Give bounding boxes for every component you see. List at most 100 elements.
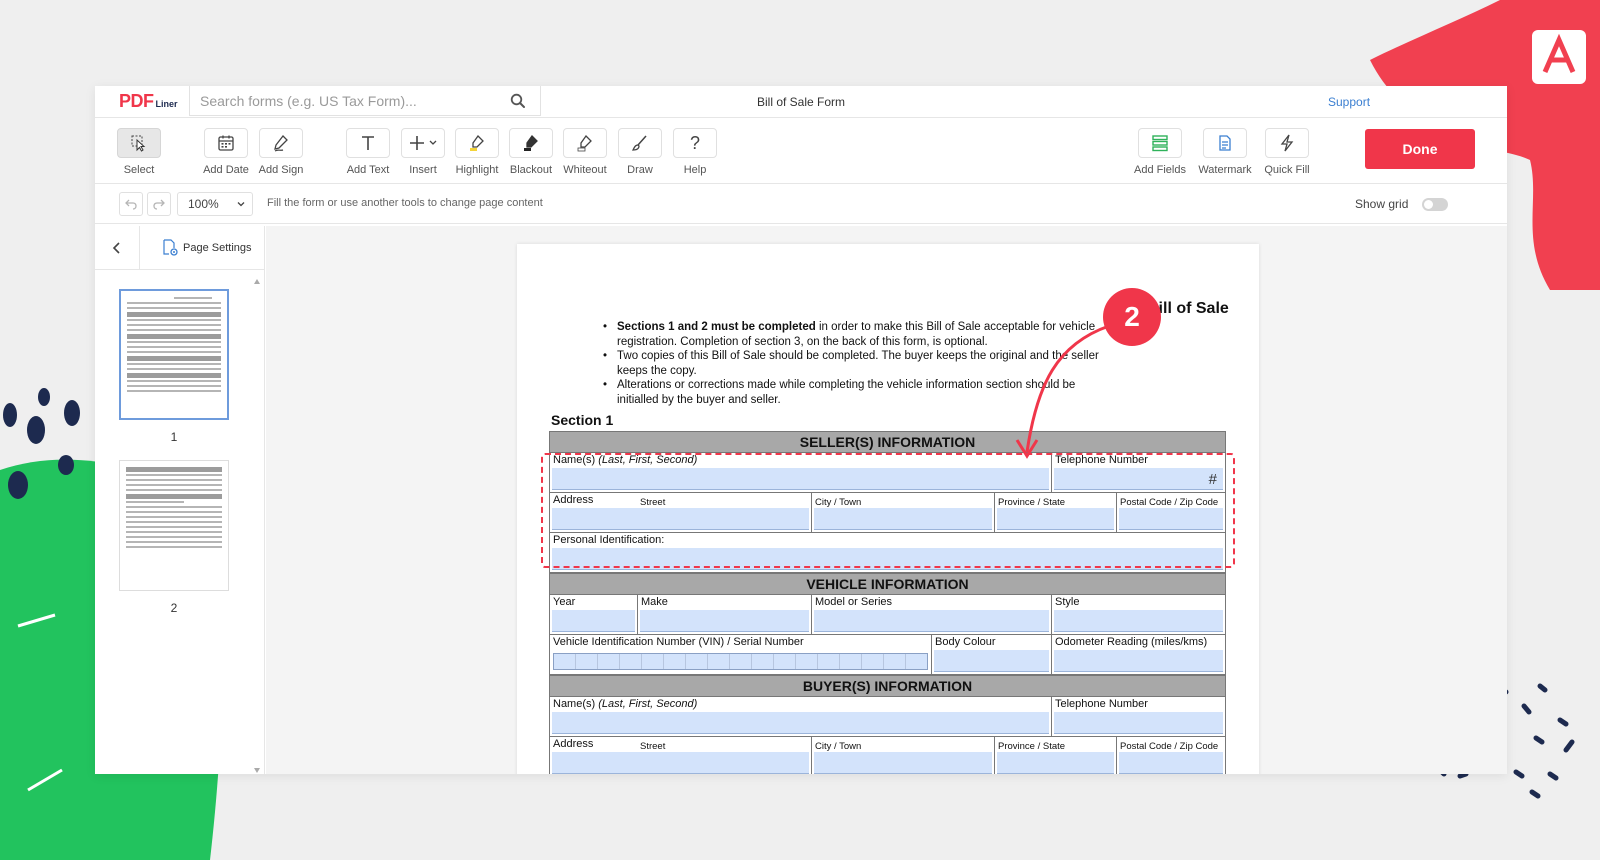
tool-whiteout[interactable]: Whiteout xyxy=(558,128,612,176)
undo-button[interactable] xyxy=(119,192,143,216)
vehicle-style-field[interactable]: Style xyxy=(1052,595,1225,634)
search-icon[interactable] xyxy=(510,93,526,109)
seller-postal-field[interactable]: Postal Code / Zip Code xyxy=(1117,493,1225,532)
tool-label: Whiteout xyxy=(563,164,607,176)
vehicle-band: VEHICLE INFORMATION xyxy=(549,573,1226,595)
tool-label: Quick Fill xyxy=(1264,164,1310,176)
instruction-item: Sections 1 and 2 must be completed in or… xyxy=(601,320,1101,349)
whiteout-marker-icon xyxy=(577,134,592,152)
watermark-icon xyxy=(1219,135,1231,151)
tool-help[interactable]: ? Help xyxy=(668,128,722,176)
tool-label: Draw xyxy=(627,164,653,176)
logo-subtext: Liner xyxy=(155,99,178,109)
seller-province-field[interactable]: Province / State xyxy=(995,493,1117,532)
signature-pen-icon xyxy=(274,135,288,152)
undo-icon xyxy=(125,199,137,210)
seller-personal-id-field[interactable]: Personal Identification: xyxy=(550,533,1225,572)
tool-label: Add Text xyxy=(346,164,390,176)
app-window: PDF Liner Bill of Sale Form Support Sele… xyxy=(95,86,1507,774)
tool-watermark[interactable]: Watermark xyxy=(1198,128,1252,176)
tool-insert[interactable]: Insert xyxy=(396,128,450,176)
sidebar-header: Page Settings xyxy=(95,226,264,270)
toolbar-hint: Fill the form or use another tools to ch… xyxy=(267,197,543,209)
page-settings-icon xyxy=(163,239,178,256)
document-title: Bill of Sale Form xyxy=(756,94,846,109)
vehicle-make-field[interactable]: Make xyxy=(638,595,812,634)
brush-icon xyxy=(631,135,647,151)
tool-select[interactable]: Select xyxy=(112,128,166,176)
page-settings-label: Page Settings xyxy=(183,242,252,254)
chevron-down-icon xyxy=(237,202,245,207)
navy-dots-decoration xyxy=(3,388,80,499)
done-button[interactable]: Done xyxy=(1365,129,1475,169)
page-thumbnail-2[interactable] xyxy=(119,460,229,591)
seller-name-field[interactable]: Name(s) (Last, First, Second) xyxy=(550,453,1052,492)
bill-of-sale-form: SELLER(S) INFORMATION Name(s) (Last, Fir… xyxy=(549,431,1226,774)
tool-quick-fill[interactable]: Quick Fill xyxy=(1260,128,1314,176)
buyer-postal-field[interactable]: Postal Code / Zip Code xyxy=(1117,737,1225,774)
buyer-city-field[interactable]: City / Town xyxy=(812,737,995,774)
question-icon: ? xyxy=(689,132,700,153)
search-box xyxy=(189,86,541,116)
buyer-province-field[interactable]: Province / State xyxy=(995,737,1117,774)
zoom-value: 100% xyxy=(188,197,219,211)
vehicle-year-field[interactable]: Year xyxy=(550,595,638,634)
instructions-list: Sections 1 and 2 must be completed in or… xyxy=(601,320,1101,407)
workspace: Page Settings 1 2 Bill of Sale • Section… xyxy=(95,226,1507,774)
tool-draw[interactable]: Draw xyxy=(613,128,667,176)
fields-icon xyxy=(1152,135,1168,152)
buyer-address-field[interactable]: Address Street xyxy=(550,737,812,774)
tool-highlight[interactable]: Highlight xyxy=(450,128,504,176)
select-cursor-icon xyxy=(131,135,146,152)
chevron-left-icon[interactable] xyxy=(109,240,125,256)
buyer-band: BUYER(S) INFORMATION xyxy=(549,675,1226,697)
tool-label: Blackout xyxy=(509,164,553,176)
tool-label: Add Date xyxy=(203,164,249,176)
page-thumbnail-1[interactable] xyxy=(119,289,229,420)
tool-add-text[interactable]: Add Text xyxy=(341,128,395,176)
tool-add-date[interactable]: Add Date xyxy=(199,128,253,176)
redo-button[interactable] xyxy=(147,192,171,216)
seller-telephone-field[interactable]: Telephone Number # xyxy=(1052,453,1225,492)
tool-add-fields[interactable]: Add Fields xyxy=(1133,128,1187,176)
redo-icon xyxy=(153,199,165,210)
seller-address-field[interactable]: Address Street xyxy=(550,493,812,532)
tool-label: Highlight xyxy=(455,164,499,176)
page-settings-button[interactable]: Page Settings xyxy=(161,239,252,257)
instruction-item: Alterations or corrections made while co… xyxy=(601,378,1101,407)
vehicle-odometer-field[interactable]: Odometer Reading (miles/kms) xyxy=(1052,635,1225,674)
seller-city-field[interactable]: City / Town xyxy=(812,493,995,532)
pdfliner-logo[interactable]: PDF Liner xyxy=(95,91,185,112)
vehicle-vin-field[interactable]: Vehicle Identification Number (VIN) / Se… xyxy=(550,635,932,674)
search-input[interactable] xyxy=(200,92,500,109)
buyer-name-field[interactable]: Name(s) (Last, First, Second) xyxy=(550,697,1052,736)
support-link[interactable]: Support xyxy=(1328,95,1370,109)
instruction-item: Two copies of this Bill of Sale should b… xyxy=(601,349,1101,378)
lightning-icon xyxy=(1280,134,1294,152)
zoom-select[interactable]: 100% xyxy=(177,192,253,216)
tool-label: Select xyxy=(123,164,155,176)
text-t-icon xyxy=(362,136,374,150)
section-label: Section 1 xyxy=(551,412,614,428)
blackout-marker-icon xyxy=(524,134,538,151)
tool-label: Add Sign xyxy=(258,164,304,176)
show-grid-toggle[interactable] xyxy=(1422,198,1448,211)
toolbar: Select Add Date Add Sign Add Text Insert… xyxy=(95,118,1507,184)
tool-add-sign[interactable]: Add Sign xyxy=(254,128,308,176)
tool-label: Watermark xyxy=(1198,164,1252,176)
document-canvas[interactable]: Bill of Sale Sections 1 and 2 must be co… xyxy=(266,226,1507,774)
page-number-1: 1 xyxy=(170,430,178,444)
seller-band: SELLER(S) INFORMATION xyxy=(549,431,1226,453)
document-page: Bill of Sale Sections 1 and 2 must be co… xyxy=(517,244,1259,774)
sidebar-scrollbar[interactable] xyxy=(253,276,261,774)
hash-icon: # xyxy=(1208,471,1217,488)
vehicle-model-field[interactable]: Model or Series xyxy=(812,595,1052,634)
vehicle-body-colour-field[interactable]: Body Colour xyxy=(932,635,1052,674)
tool-blackout[interactable]: Blackout xyxy=(504,128,558,176)
calendar-icon xyxy=(218,135,234,151)
logo-text: PDF xyxy=(119,91,154,111)
buyer-telephone-field[interactable]: Telephone Number xyxy=(1052,697,1225,736)
plus-icon xyxy=(410,136,437,150)
page-sidebar: Page Settings 1 2 xyxy=(95,226,265,774)
tool-label: Add Fields xyxy=(1134,164,1186,176)
